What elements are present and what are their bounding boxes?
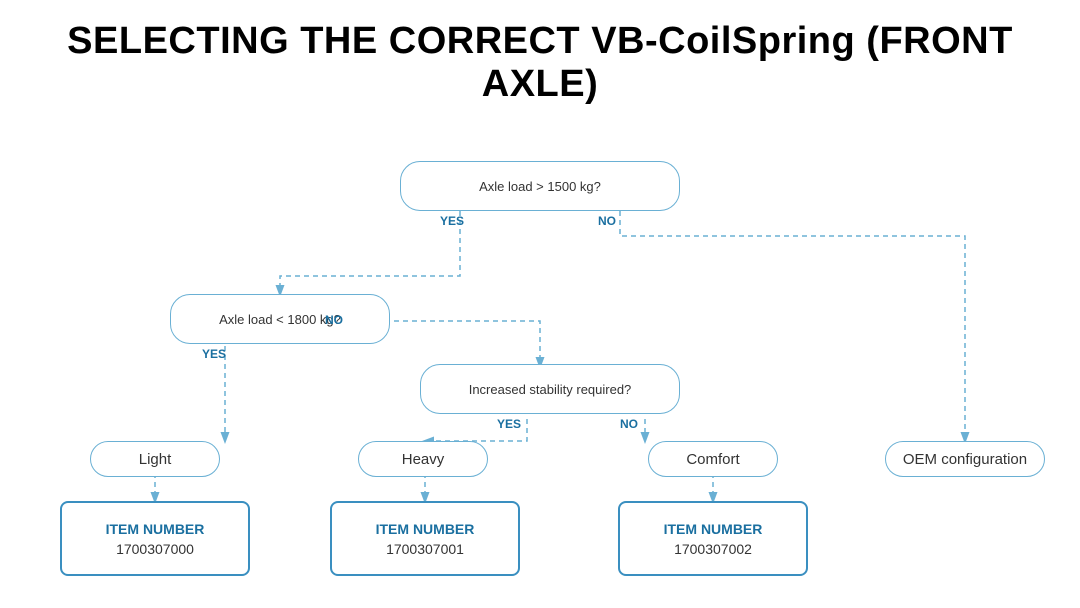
result-comfort-label: Comfort (686, 451, 739, 468)
decision1-no-label: NO (598, 214, 616, 228)
item-0-number: 1700307000 (116, 541, 194, 557)
decision-3-text: Increased stability required? (469, 382, 632, 397)
item-box-0: ITEM NUMBER 1700307000 (60, 501, 250, 576)
item-box-2: ITEM NUMBER 1700307002 (618, 501, 808, 576)
result-oem-label: OEM configuration (903, 451, 1027, 468)
decision1-yes-label: YES (440, 214, 464, 228)
decision2-yes-label: YES (202, 347, 226, 361)
result-light-label: Light (139, 451, 172, 468)
result-heavy: Heavy (358, 441, 488, 477)
page-title: SELECTING THE CORRECT VB-CoilSpring (FRO… (30, 20, 1050, 106)
result-comfort: Comfort (648, 441, 778, 477)
result-heavy-label: Heavy (402, 451, 445, 468)
item-0-label: ITEM NUMBER (106, 520, 205, 538)
decision3-no-label: NO (620, 417, 638, 431)
decision-2-text: Axle load < 1800 kg? (219, 312, 341, 327)
decision2-no-label: NO (325, 313, 343, 327)
diagram: Axle load > 1500 kg? YES NO Axle load < … (30, 136, 1050, 606)
page: SELECTING THE CORRECT VB-CoilSpring (FRO… (0, 0, 1080, 608)
decision3-yes-label: YES (497, 417, 521, 431)
item-1-label: ITEM NUMBER (376, 520, 475, 538)
decision-box-2: Axle load < 1800 kg? (170, 294, 390, 344)
decision-box-3: Increased stability required? (420, 364, 680, 414)
item-2-label: ITEM NUMBER (664, 520, 763, 538)
decision-1-text: Axle load > 1500 kg? (479, 179, 601, 194)
item-2-number: 1700307002 (674, 541, 752, 557)
result-light: Light (90, 441, 220, 477)
item-box-1: ITEM NUMBER 1700307001 (330, 501, 520, 576)
result-oem: OEM configuration (885, 441, 1045, 477)
decision-box-1: Axle load > 1500 kg? (400, 161, 680, 211)
item-1-number: 1700307001 (386, 541, 464, 557)
